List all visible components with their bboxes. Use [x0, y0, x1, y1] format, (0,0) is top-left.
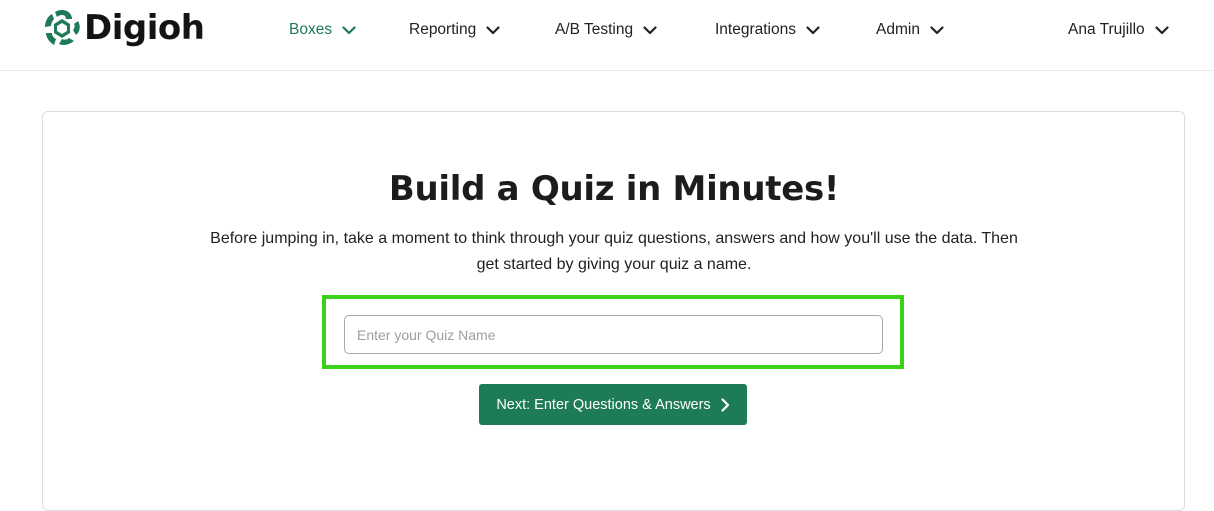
chevron-down-icon: [806, 25, 820, 35]
nav-item-label: A/B Testing: [555, 21, 634, 38]
nav-item-ab-testing[interactable]: A/B Testing: [555, 18, 657, 42]
quiz-name-input[interactable]: [344, 315, 883, 354]
logo[interactable]: Digioh: [42, 8, 205, 48]
chevron-down-icon: [342, 25, 356, 35]
next-button-label: Next: Enter Questions & Answers: [496, 396, 711, 413]
user-menu[interactable]: Ana Trujillo: [1068, 18, 1169, 42]
digioh-swirl-icon: [42, 8, 82, 48]
nav-item-label: Admin: [876, 21, 920, 38]
top-navigation-bar: Digioh Boxes Reporting A/B Testing Integ…: [0, 0, 1214, 71]
nav-item-integrations[interactable]: Integrations: [715, 18, 820, 42]
chevron-right-icon: [721, 397, 730, 412]
nav-item-reporting[interactable]: Reporting: [409, 18, 500, 42]
chevron-down-icon: [643, 25, 657, 35]
nav-item-boxes[interactable]: Boxes: [289, 18, 356, 42]
nav-item-label: Boxes: [289, 21, 333, 38]
page-description: Before jumping in, take a moment to thin…: [210, 230, 1018, 273]
nav-item-admin[interactable]: Admin: [876, 18, 944, 42]
logo-wordmark: Digioh: [84, 8, 205, 48]
nav-item-label: Reporting: [409, 21, 477, 38]
user-name: Ana Trujillo: [1068, 21, 1145, 38]
nav-item-label: Integrations: [715, 21, 796, 38]
page-title: Build a Quiz in Minutes!: [388, 169, 840, 209]
chevron-down-icon: [1155, 25, 1169, 35]
chevron-down-icon: [930, 25, 944, 35]
chevron-down-icon: [486, 25, 500, 35]
next-enter-questions-button[interactable]: Next: Enter Questions & Answers: [479, 384, 747, 425]
